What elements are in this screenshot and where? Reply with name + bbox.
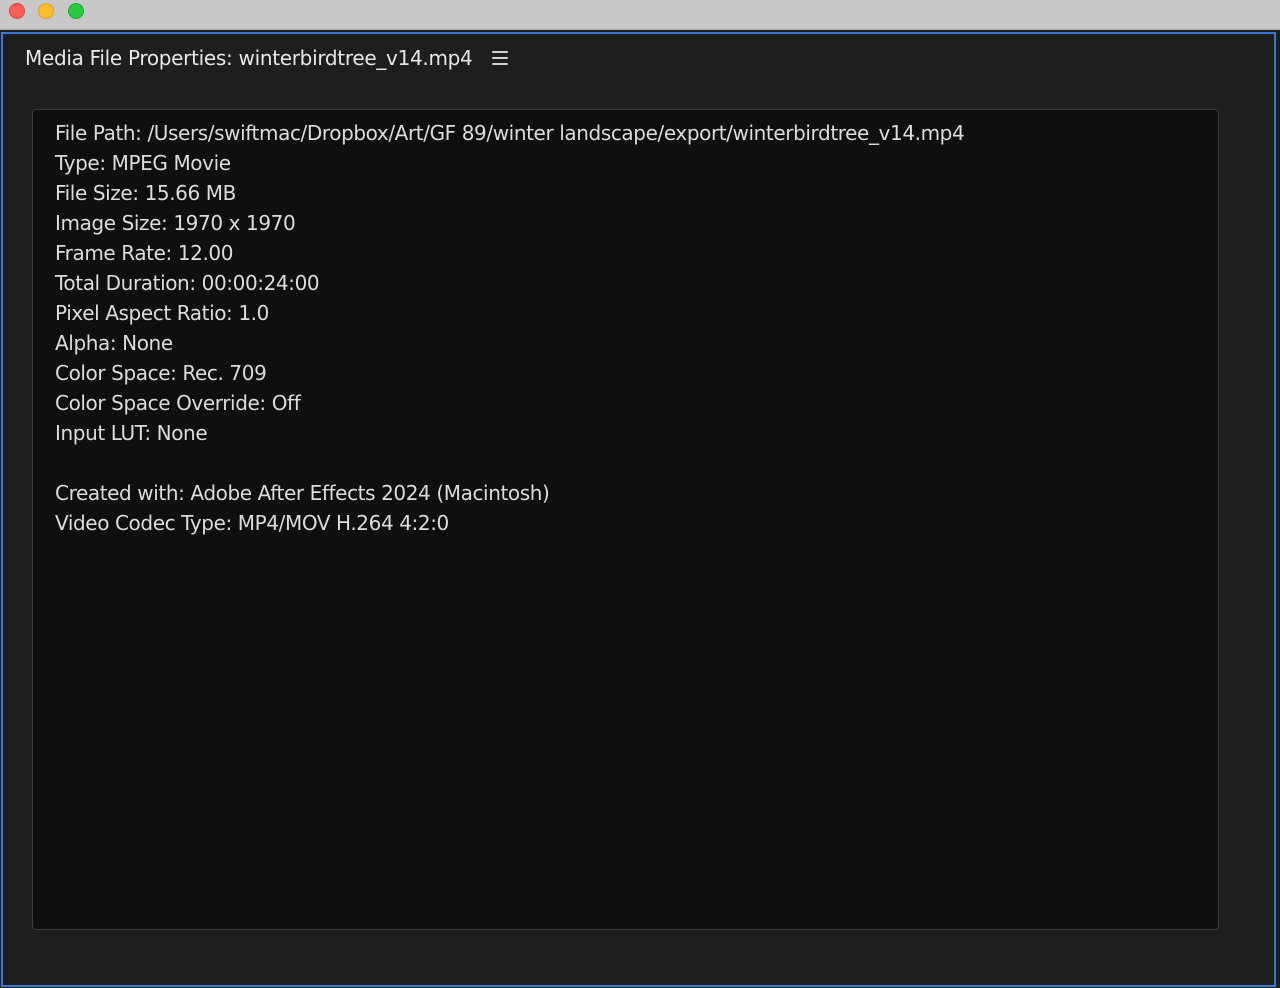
total-duration-line: Total Duration: 00:00:24:00	[55, 271, 320, 295]
properties-info-box: File Path: /Users/swiftmac/Dropbox/Art/G…	[32, 109, 1219, 930]
window-titlebar[interactable]	[0, 0, 1280, 30]
panel-header: Media File Properties: winterbirdtree_v1…	[25, 43, 509, 73]
color-space-override-line: Color Space Override: Off	[55, 391, 301, 415]
created-with-line: Created with: Adobe After Effects 2024 (…	[55, 481, 550, 505]
video-codec-type-line: Video Codec Type: MP4/MOV H.264 4:2:0	[55, 511, 449, 535]
close-window-button[interactable]	[9, 3, 25, 19]
image-size-line: Image Size: 1970 x 1970	[55, 211, 296, 235]
input-lut-line: Input LUT: None	[55, 421, 208, 445]
color-space-line: Color Space: Rec. 709	[55, 361, 267, 385]
media-file-properties-panel: Media File Properties: winterbirdtree_v1…	[1, 32, 1276, 987]
type-line: Type: MPEG Movie	[55, 151, 231, 175]
frame-rate-line: Frame Rate: 12.00	[55, 241, 234, 265]
pixel-aspect-ratio-line: Pixel Aspect Ratio: 1.0	[55, 301, 269, 325]
file-size-line: File Size: 15.66 MB	[55, 181, 236, 205]
hamburger-menu-icon[interactable]	[492, 51, 509, 65]
maximize-window-button[interactable]	[68, 3, 84, 19]
panel-title: Media File Properties: winterbirdtree_v1…	[25, 46, 473, 70]
file-path-line: File Path: /Users/swiftmac/Dropbox/Art/G…	[55, 121, 965, 145]
alpha-line: Alpha: None	[55, 331, 173, 355]
minimize-window-button[interactable]	[38, 3, 54, 19]
